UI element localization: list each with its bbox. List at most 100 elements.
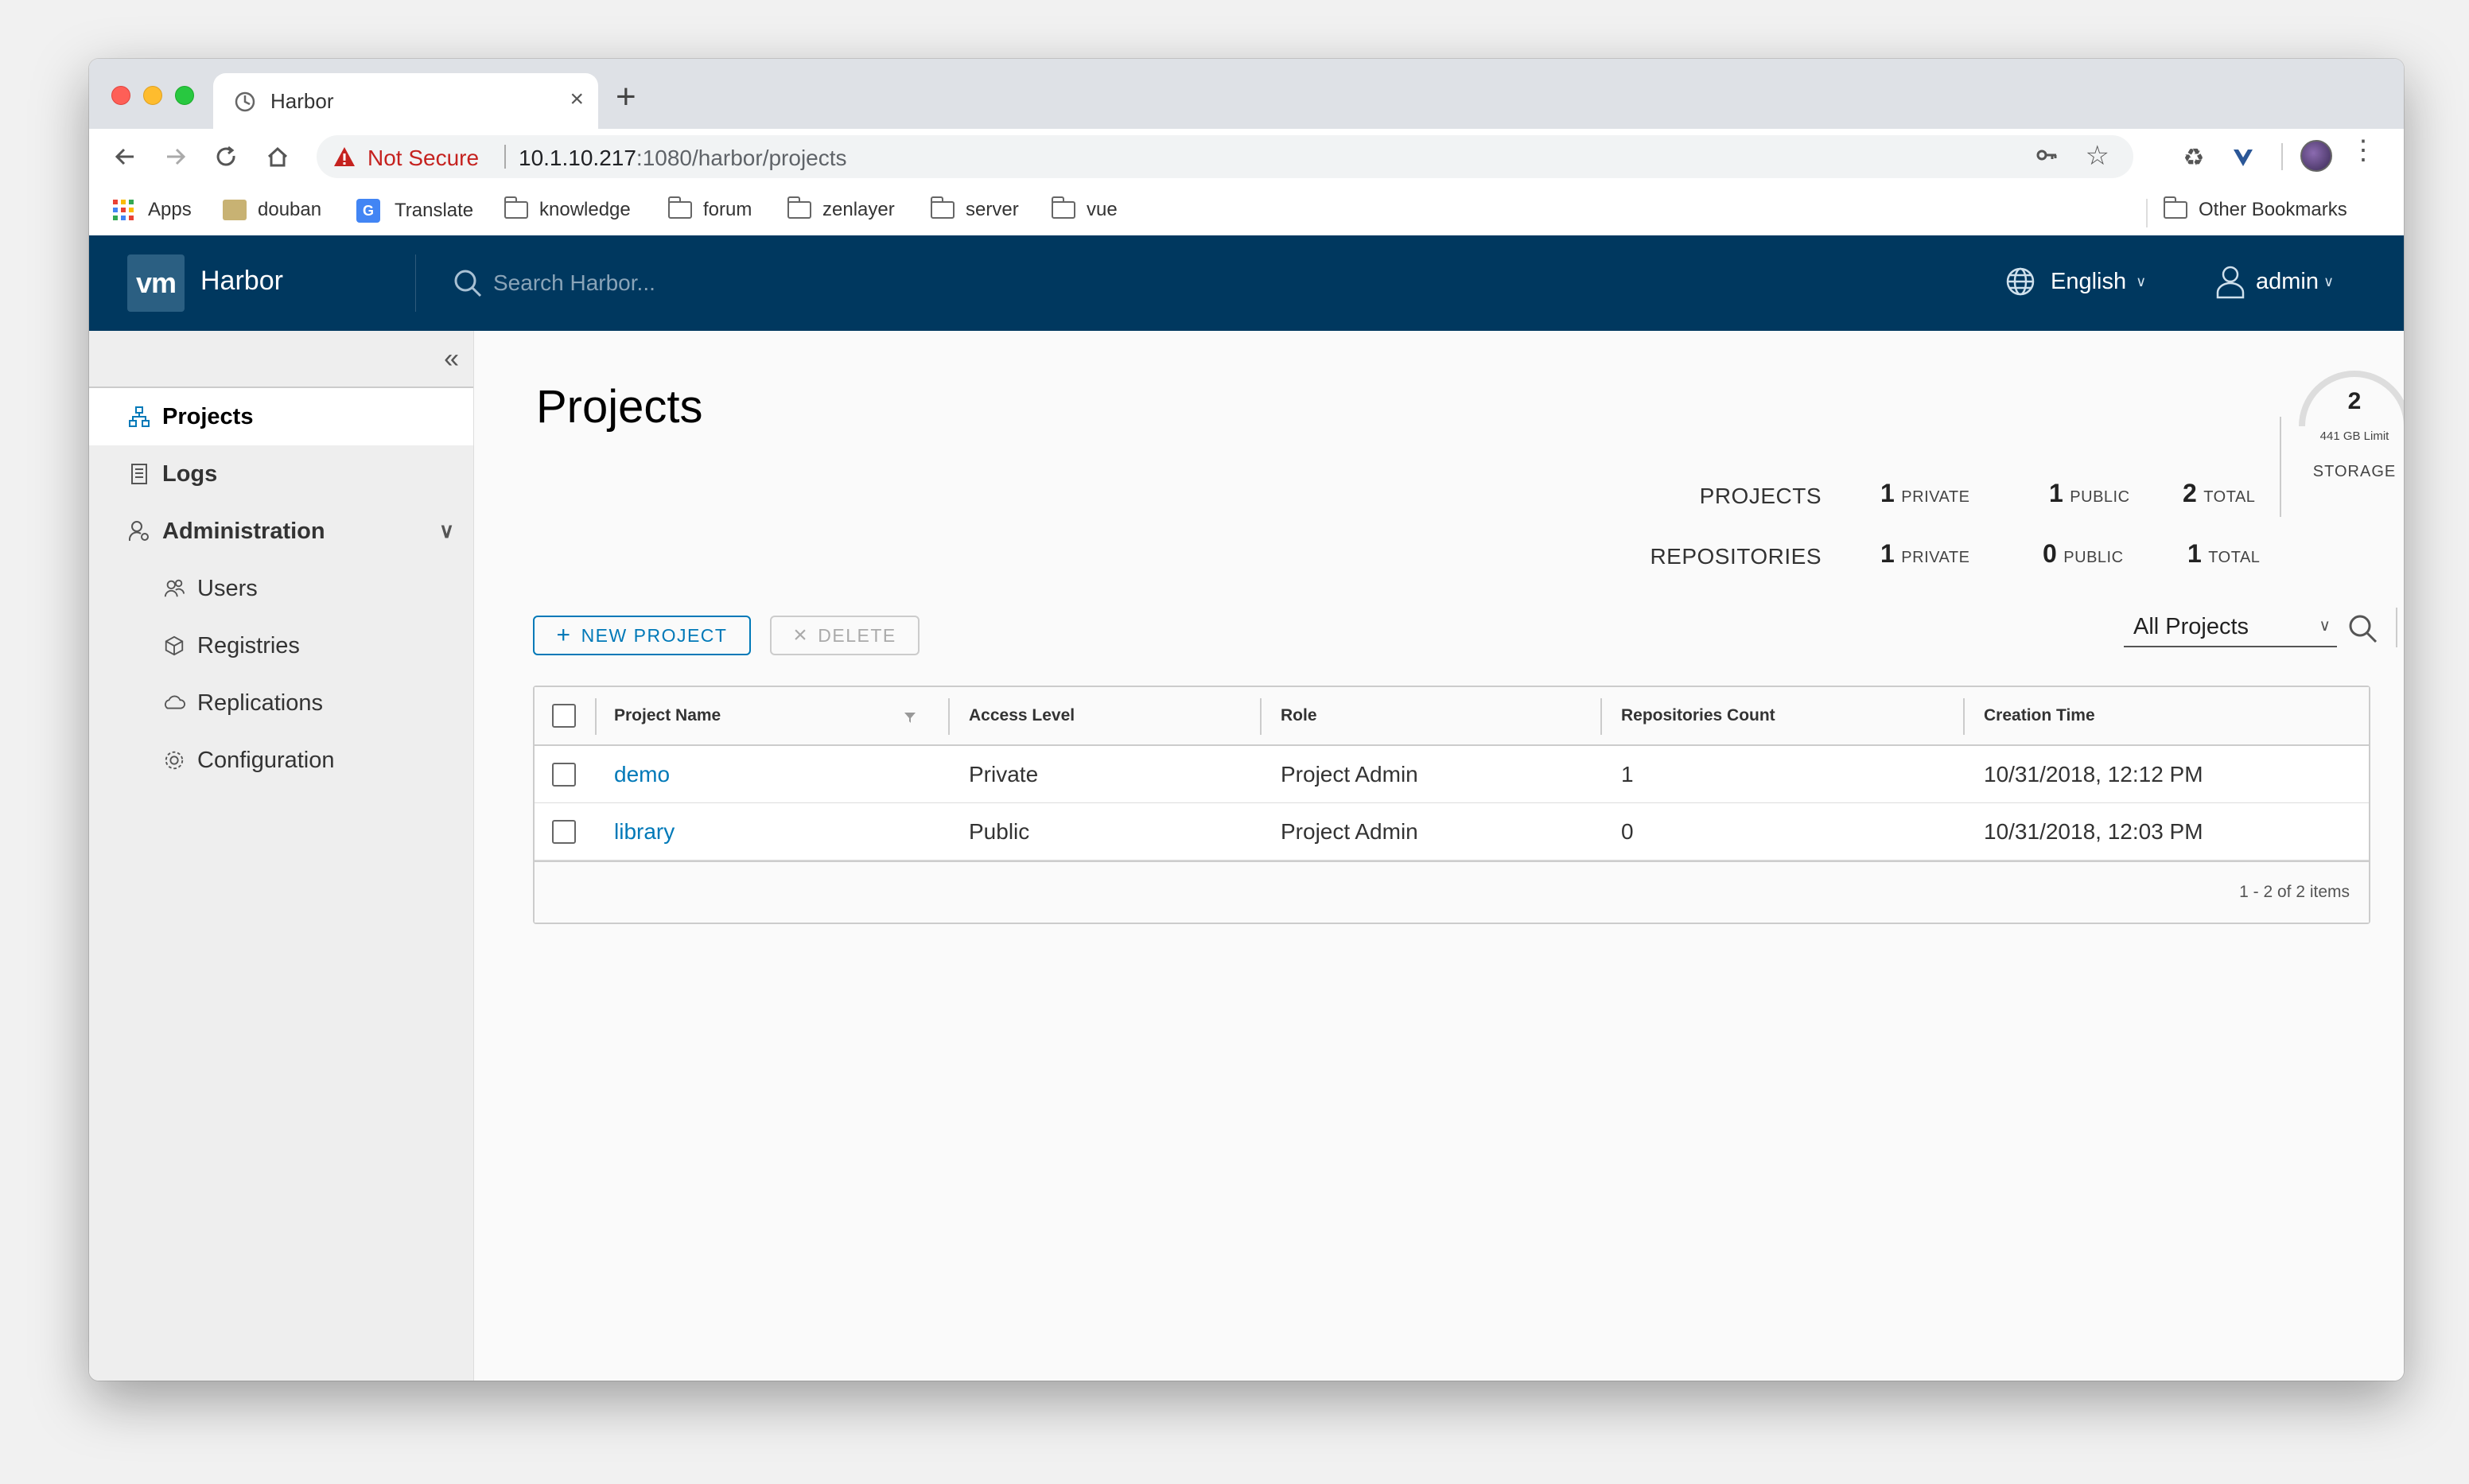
private-label: PRIVATE [1901,549,1970,566]
global-search-input[interactable] [493,266,970,301]
reload-icon[interactable] [208,138,245,175]
user-name: admin [2256,268,2319,294]
sidebar-item-registries[interactable]: Registries [89,617,473,674]
sidebar-item-administration[interactable]: Administration ∨ [89,503,473,560]
projects-public-count: 1 [2049,479,2064,507]
table-row[interactable]: demo Private Project Admin 1 10/31/2018,… [535,746,2369,803]
table-footer: 1 - 2 of 2 items [535,860,2369,923]
select-all-checkbox[interactable] [552,704,576,728]
bookmark-other[interactable]: Other Bookmarks [2164,196,2347,221]
bookmark-douban[interactable]: douban [223,199,321,221]
douban-favicon-icon [223,200,247,220]
bookmark-label: server [966,199,1019,220]
tab-close-icon[interactable]: × [570,86,584,113]
users-icon [162,577,186,600]
folder-icon [787,196,811,219]
sidebar-item-logs[interactable]: Logs [89,445,473,503]
search-icon[interactable] [2345,611,2380,646]
bookmark-star-icon[interactable]: ☆ [2086,140,2109,172]
column-divider [1260,698,1262,735]
main-content: Projects PROJECTS REPOSITORIES 1 PRIVATE … [474,331,2404,1381]
repositories-count-cell: 0 [1621,818,1634,844]
browser-menu-icon[interactable]: ⋮ [2350,137,2377,164]
folder-icon [504,196,528,219]
profile-avatar[interactable] [2300,140,2332,172]
creation-time-cell: 10/31/2018, 12:12 PM [1984,761,2203,787]
language-selector[interactable]: English ∨ [2004,266,2146,297]
folder-icon [1052,196,1075,219]
filter-icon[interactable] [904,711,916,724]
bookmark-server[interactable]: server [931,196,1019,221]
close-window-button[interactable] [111,86,130,105]
chevron-down-icon[interactable]: ∨ [439,519,454,543]
bookmark-zenlayer[interactable]: zenlayer [787,196,895,221]
minimize-window-button[interactable] [143,86,162,105]
project-filter-select[interactable]: All Projects ∨ [2124,608,2337,647]
stats-divider [2280,417,2281,517]
key-icon[interactable] [2035,143,2059,173]
vmware-logo[interactable]: vm [127,254,185,312]
configuration-icon [162,748,186,772]
header-divider [415,254,416,312]
access-level-cell: Public [969,818,1030,844]
repositories-private-count: 1 [1880,539,1895,568]
table-row[interactable]: library Public Project Admin 0 10/31/201… [535,803,2369,860]
column-header-role[interactable]: Role [1281,687,1317,744]
row-select-cell [552,746,576,802]
delete-button[interactable]: × DELETE [770,616,920,655]
project-name-link[interactable]: demo [614,746,670,802]
url-path: :1080/harbor/projects [636,146,847,170]
column-header-creation-time[interactable]: Creation Time [1984,687,2095,744]
projects-total-stat: 2 TOTAL [2183,479,2255,508]
folder-icon [931,196,955,219]
address-bar[interactable]: Not Secure 10.1.10.217:1080/harbor/proje… [317,135,2133,178]
sidebar-collapse-row: « [89,331,473,388]
new-project-label: NEW PROJECT [581,624,728,646]
row-checkbox[interactable] [552,762,576,787]
maximize-window-button[interactable] [175,86,194,105]
bookmark-apps[interactable]: Apps [113,199,192,221]
bookmark-vue[interactable]: vue [1052,196,1118,221]
back-icon[interactable] [107,138,143,175]
url-text[interactable]: 10.1.10.217:1080/harbor/projects [519,146,847,171]
projects-stat-label: PROJECTS [1699,484,1822,508]
security-label[interactable]: Not Secure [367,146,479,171]
new-project-button[interactable]: + NEW PROJECT [533,616,751,655]
projects-private-stat: 1 PRIVATE [1880,479,1969,508]
creation-time-cell: 10/31/2018, 12:03 PM [1984,818,2203,844]
sidebar-item-projects[interactable]: Projects [89,388,473,445]
brand-name[interactable]: Harbor [200,266,283,297]
forward-icon[interactable] [157,138,194,175]
user-menu[interactable]: admin ∨ [2214,264,2334,299]
bookmark-forum[interactable]: forum [668,196,752,221]
home-icon[interactable] [259,138,296,175]
row-checkbox[interactable] [552,819,576,844]
bookmark-translate[interactable]: G Translate [356,199,473,223]
registries-icon [162,634,186,658]
repositories-total-count: 1 [2187,539,2203,568]
close-icon: × [793,622,809,648]
new-tab-icon[interactable]: + [616,80,636,115]
chevron-down-icon: ∨ [2136,273,2147,289]
column-header-repositories-count[interactable]: Repositories Count [1621,687,1775,744]
sidebar-item-label: Administration [162,518,325,544]
column-header-access-level[interactable]: Access Level [969,687,1075,744]
column-divider [595,698,597,735]
bookmark-knowledge[interactable]: knowledge [504,196,631,221]
project-name-link[interactable]: library [614,803,675,860]
sidebar-item-configuration[interactable]: Configuration [89,732,473,789]
sidebar-item-label: Registries [197,632,300,658]
browser-toolbar: Not Secure 10.1.10.217:1080/harbor/proje… [89,129,2404,185]
toolbar-divider [2396,608,2397,647]
recycle-extension-icon[interactable]: ♻ [2176,140,2211,175]
access-level-cell: Private [969,761,1039,787]
projects-icon [127,405,151,429]
sidebar: « Projects Logs Administration ∨ Users R… [89,331,474,1381]
browser-tab[interactable]: Harbor × [213,73,598,129]
vue-extension-icon[interactable] [2226,140,2261,175]
column-header-project-name[interactable]: Project Name [614,687,721,744]
collapse-sidebar-icon[interactable]: « [444,345,459,372]
tab-title: Harbor [270,89,334,113]
sidebar-item-users[interactable]: Users [89,560,473,617]
sidebar-item-replications[interactable]: Replications [89,674,473,732]
